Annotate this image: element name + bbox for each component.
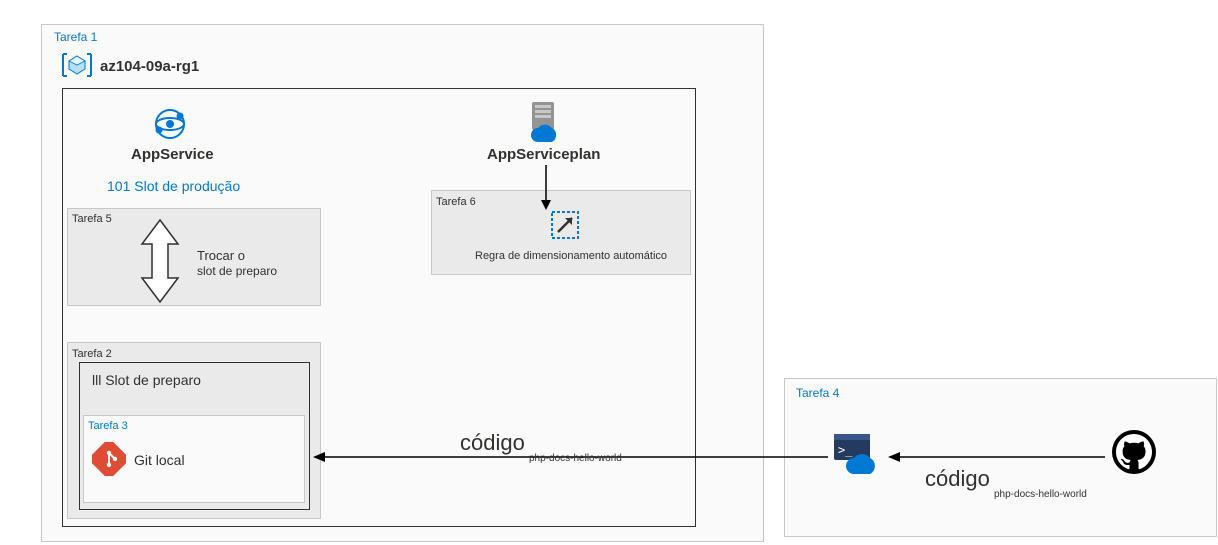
git-local-label: Git local bbox=[134, 452, 185, 468]
resource-group-icon bbox=[59, 50, 95, 85]
resource-group-title: az104-09a-rg1 bbox=[100, 58, 199, 75]
task5-label: Tarefa 5 bbox=[72, 213, 112, 225]
autoscale-icon bbox=[550, 210, 580, 245]
swap-arrow-icon bbox=[138, 218, 182, 309]
autoscale-rule-label: Regra de dimensionamento automático bbox=[475, 250, 667, 262]
appservice-title: AppService bbox=[131, 146, 214, 163]
code-label-left: código bbox=[460, 430, 525, 456]
task1-label: Tarefa 1 bbox=[54, 30, 97, 44]
swap-text-line1: Trocar o bbox=[197, 248, 245, 263]
cloudshell-icon: >_ bbox=[832, 432, 880, 481]
task4-label: Tarefa 4 bbox=[796, 386, 839, 400]
task2-label: Tarefa 2 bbox=[72, 348, 112, 360]
appserviceplan-title: AppServiceplan bbox=[487, 146, 600, 163]
github-icon bbox=[1110, 428, 1158, 481]
code-label-right: código bbox=[925, 466, 990, 492]
swap-text-line2: slot de preparo bbox=[197, 264, 277, 278]
task3-label: Tarefa 3 bbox=[88, 420, 128, 432]
appserviceplan-icon bbox=[522, 100, 564, 147]
code-repo-right: php-docs-hello-world bbox=[994, 489, 1087, 500]
svg-text:>_: >_ bbox=[838, 443, 853, 457]
git-icon bbox=[92, 442, 126, 481]
slot-producao-label: 101 Slot de produção bbox=[107, 178, 240, 194]
code-repo-left: php-docs-hello-world bbox=[529, 453, 622, 464]
appservice-icon bbox=[150, 106, 190, 147]
task6-label: Tarefa 6 bbox=[436, 196, 476, 208]
slot-preparo-label: lll Slot de preparo bbox=[92, 372, 201, 388]
